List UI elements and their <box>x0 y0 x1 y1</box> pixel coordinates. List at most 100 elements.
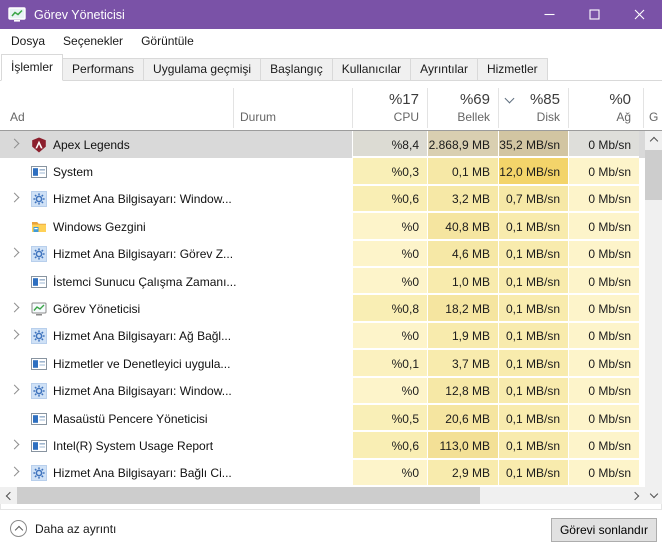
column-total-a: %0 <box>609 91 631 108</box>
sort-descending-icon <box>504 93 515 104</box>
column-header-status[interactable]: Durum <box>240 110 276 124</box>
tab-hizmetler[interactable]: Hizmetler <box>476 58 548 81</box>
process-row-masa-st-pencere-y-neticisi[interactable]: Masaüstü Pencere Yöneticisi %0,5 20,6 MB 0,… <box>0 404 645 433</box>
disk-cell: 0,1 MB/sn <box>498 404 568 433</box>
process-row-hizmet-ana-bilgisayar-ba-l-ci[interactable]: Hizmet Ana Bilgisayarı: Bağlı Ci... %0 2,9… <box>0 459 645 487</box>
expand-chevron-icon[interactable] <box>9 193 20 203</box>
expand-chevron-icon[interactable] <box>9 302 20 313</box>
network-cell: 0 Mb/sn <box>568 240 639 268</box>
tab-ayr-nt-lar[interactable]: Ayrıntılar <box>410 58 478 81</box>
column-header-a[interactable]: %0 Ağ <box>568 88 639 130</box>
process-name: Hizmet Ana Bilgisayarı: Görev Z... <box>53 247 234 262</box>
network-cell: 0 Mb/sn <box>568 459 639 487</box>
disk-cell: 0,1 MB/sn <box>498 295 568 323</box>
column-header-disk[interactable]: %85 Disk <box>498 88 568 130</box>
process-row-windows-gezgini[interactable]: Windows Gezgini %0 40,8 MB 0,1 MB/sn 0 Mb/sn <box>0 213 645 241</box>
less-details-label: Daha az ayrıntı <box>35 521 117 536</box>
maximize-button[interactable] <box>572 0 617 29</box>
horizontal-scrollbar[interactable] <box>0 487 645 504</box>
tab-kullan-c-lar[interactable]: Kullanıcılar <box>331 58 412 81</box>
system-window-icon <box>31 411 47 427</box>
table-header[interactable]: Ad Durum G %17 CPU %69 Bellek %85 Disk %0 Ağ <box>0 81 662 131</box>
memory-cell: 2.868,9 MB <box>427 131 498 159</box>
process-row-hizmet-ana-bilgisayar-g-rev-z[interactable]: Hizmet Ana Bilgisayarı: Görev Z... %0 4,6 … <box>0 240 645 268</box>
column-label-disk: Disk <box>536 110 560 124</box>
scroll-down-icon[interactable] <box>645 487 662 504</box>
tab-ba-lang[interactable]: Başlangıç <box>260 58 333 81</box>
menu-item-dosya[interactable]: Dosya <box>2 30 54 52</box>
expand-chevron-icon[interactable] <box>9 466 20 477</box>
process-row-hizmet-ana-bilgisayar-a-ba-l[interactable]: Hizmet Ana Bilgisayarı: Ağ Bağl... %0 1,9 … <box>0 322 645 351</box>
disk-cell: 0,1 MB/sn <box>498 322 568 351</box>
column-total-cpu: %17 <box>388 91 419 108</box>
expand-chevron-icon[interactable] <box>9 138 20 149</box>
disk-cell: 35,2 MB/sn <box>498 131 568 159</box>
system-window-icon <box>31 164 47 180</box>
memory-cell: 40,8 MB <box>427 213 498 241</box>
process-row-g-rev-y-neticisi[interactable]: Görev Yöneticisi %0,8 18,2 MB 0,1 MB/sn 0 Mb… <box>0 295 645 323</box>
menu-item-g-r-nt-le[interactable]: Görüntüle <box>132 30 203 52</box>
process-name: Masaüstü Pencere Yöneticisi <box>53 411 208 426</box>
header-column-separator <box>643 88 644 128</box>
disk-cell: 0,1 MB/sn <box>498 350 568 378</box>
process-row-system[interactable]: System %0,3 0,1 MB 12,0 MB/sn 0 Mb/sn <box>0 158 645 186</box>
column-header-name[interactable]: Ad <box>10 110 25 124</box>
memory-cell: 12,8 MB <box>427 377 498 405</box>
process-row-hizmetler-ve-denetleyici-uygula[interactable]: Hizmetler ve Denetleyici uygula... %0,1 3,… <box>0 350 645 378</box>
process-row-hizmet-ana-bilgisayar-window[interactable]: Hizmet Ana Bilgisayarı: Window... %0,6 3,2… <box>0 185 645 214</box>
column-header-cpu[interactable]: %17 CPU <box>352 88 427 130</box>
expand-chevron-icon[interactable] <box>9 329 20 340</box>
expand-chevron-icon[interactable] <box>9 439 20 450</box>
memory-cell: 3,7 MB <box>427 350 498 378</box>
vertical-scrollbar[interactable] <box>645 131 662 504</box>
process-row-intel-r-system-usage-report[interactable]: Intel(R) System Usage Report %0,6 113,0 MB… <box>0 432 645 460</box>
tab-uygulama-ge-mi-i[interactable]: Uygulama geçmişi <box>143 58 262 81</box>
tab-performans[interactable]: Performans <box>62 58 145 81</box>
column-label-a: Ağ <box>616 110 631 124</box>
cpu-cell: %0,8 <box>352 295 427 323</box>
window-controls <box>527 0 662 29</box>
column-header-gpu-partial[interactable]: G <box>649 110 658 124</box>
expand-chevron-icon[interactable] <box>9 384 20 395</box>
process-row-i-stemci-sunucu-al-ma-zaman[interactable]: İstemci Sunucu Çalışma Zamanı... %0 1,0 MB… <box>0 267 645 296</box>
system-window-icon <box>31 438 47 454</box>
vertical-scrollbar-thumb[interactable] <box>645 150 662 200</box>
network-cell: 0 Mb/sn <box>568 158 639 186</box>
process-name: Hizmet Ana Bilgisayarı: Bağlı Ci... <box>53 466 232 481</box>
process-name: System <box>53 165 94 180</box>
tab-i-lemler[interactable]: İşlemler <box>1 54 64 81</box>
column-header-bellek[interactable]: %69 Bellek <box>427 88 498 130</box>
cpu-cell: %0,5 <box>352 404 427 433</box>
minimize-button[interactable] <box>527 0 572 29</box>
expand-chevron-icon[interactable] <box>9 247 20 258</box>
process-row-hizmet-ana-bilgisayar-window[interactable]: Hizmet Ana Bilgisayarı: Window... %0 12,8 … <box>0 377 645 405</box>
service-gear-icon <box>31 246 47 263</box>
column-total-bellek: %69 <box>459 91 490 108</box>
menu-item-se-enekler[interactable]: Seçenekler <box>54 30 132 52</box>
disk-cell: 0,1 MB/sn <box>498 432 568 460</box>
disk-cell: 0,1 MB/sn <box>498 377 568 405</box>
column-total-disk: %85 <box>529 91 560 108</box>
service-gear-icon <box>31 383 47 400</box>
process-row-apex-legends[interactable]: Apex Legends %8,4 2.868,9 MB 35,2 MB/sn 0 Mb… <box>0 131 645 159</box>
process-table: Apex Legends %8,4 2.868,9 MB 35,2 MB/sn 0 Mb… <box>0 131 645 487</box>
end-task-button[interactable]: Görevi sonlandır <box>550 518 657 542</box>
service-gear-icon <box>31 191 47 208</box>
cpu-cell: %0,1 <box>352 350 427 378</box>
service-gear-icon <box>31 465 47 482</box>
cpu-cell: %0,3 <box>352 158 427 186</box>
less-details-toggle[interactable]: Daha az ayrıntı <box>10 520 116 537</box>
status-bar: Daha az ayrıntı Görevi sonlandır <box>0 509 662 555</box>
memory-cell: 20,6 MB <box>427 404 498 433</box>
network-cell: 0 Mb/sn <box>568 350 639 378</box>
scroll-up-icon[interactable] <box>645 131 662 148</box>
memory-cell: 18,2 MB <box>427 295 498 323</box>
scroll-right-icon[interactable] <box>628 487 645 504</box>
close-button[interactable] <box>617 0 662 29</box>
network-cell: 0 Mb/sn <box>568 322 639 351</box>
system-window-icon <box>31 356 47 372</box>
horizontal-scrollbar-thumb[interactable] <box>17 487 480 504</box>
memory-cell: 113,0 MB <box>427 432 498 460</box>
scroll-left-icon[interactable] <box>0 487 17 504</box>
titlebar[interactable]: Görev Yöneticisi <box>0 0 662 29</box>
